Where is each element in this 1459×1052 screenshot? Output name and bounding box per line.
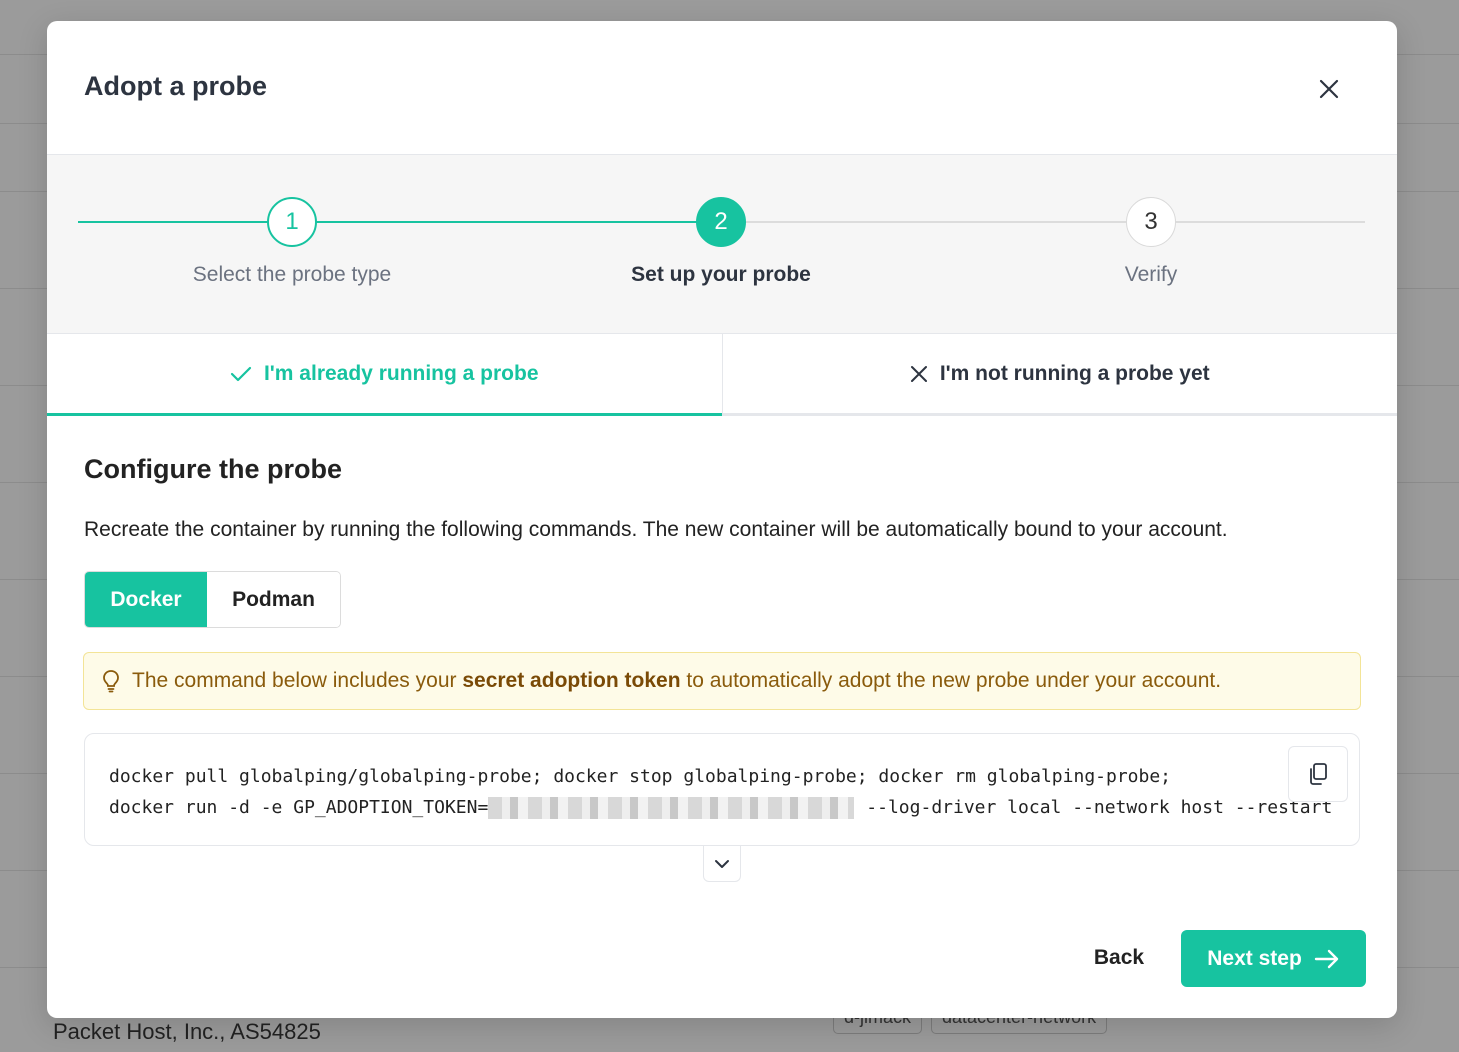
lightbulb-icon	[102, 669, 120, 693]
modal-title: Adopt a probe	[84, 71, 267, 101]
step-1-indicator: 1	[267, 197, 317, 247]
blurred-adoption-token	[488, 797, 855, 819]
section-description: Recreate the container by running the fo…	[84, 518, 1228, 541]
x-icon	[910, 365, 928, 383]
notice-text-bold: secret adoption token	[462, 669, 681, 692]
command-code-block[interactable]: docker pull globalping/globalping-probe;…	[84, 733, 1360, 846]
podman-button[interactable]: Podman	[207, 572, 340, 627]
docker-button[interactable]: Docker	[85, 572, 207, 627]
secret-token-notice: The command below includes your secret a…	[83, 652, 1361, 710]
command-line-2-prefix: docker run -d -e GP_ADOPTION_TOKEN=	[109, 797, 489, 818]
tab-label: I'm not running a probe yet	[939, 361, 1210, 385]
next-step-button[interactable]: Next step	[1181, 930, 1366, 987]
tab-already-running[interactable]: I'm already running a probe	[47, 334, 722, 416]
next-step-label: Next step	[1207, 946, 1302, 970]
probe-status-tabs: I'm already running a probe I'm not runn…	[47, 334, 1397, 416]
notice-text-end: to automatically adopt the new probe und…	[680, 669, 1222, 692]
step-1-label: Select the probe type	[192, 263, 392, 286]
arrow-right-icon	[1314, 949, 1340, 969]
tab-label: I'm already running a probe	[263, 361, 539, 385]
copy-button[interactable]	[1288, 746, 1348, 802]
close-button[interactable]	[1315, 75, 1343, 103]
chevron-down-icon	[715, 859, 729, 868]
command-line-1: docker pull globalping/globalping-probe;…	[109, 766, 1172, 787]
stepper-line	[1174, 221, 1365, 223]
stepper-line	[78, 221, 269, 223]
expand-command-button[interactable]	[703, 845, 741, 882]
close-icon	[1319, 79, 1339, 99]
stepper: 1 2 3 Select the probe type Set up your …	[47, 155, 1397, 334]
copy-icon	[1310, 763, 1327, 785]
notice-text-start: The command below includes your	[132, 669, 463, 692]
step-2-indicator: 2	[696, 197, 746, 247]
step-2-label: Set up your probe	[631, 263, 811, 286]
stepper-line	[744, 221, 1128, 223]
stepper-line	[315, 221, 698, 223]
step-3-indicator: 3	[1126, 197, 1176, 247]
check-icon	[230, 365, 252, 383]
command-line-2-suffix: --log-driver local --network host --rest…	[866, 797, 1333, 818]
command-text[interactable]: docker pull globalping/globalping-probe;…	[109, 761, 1332, 823]
back-button[interactable]: Back	[1082, 936, 1156, 980]
modal-header: Adopt a probe	[47, 21, 1397, 155]
adopt-probe-modal: Adopt a probe 1 2 3 Select the probe typ…	[47, 21, 1397, 1018]
section-title: Configure the probe	[84, 454, 342, 484]
notice-text: The command below includes your secret a…	[132, 669, 1221, 693]
background-provider-text: Packet Host, Inc., AS54825	[53, 1019, 321, 1044]
runtime-toggle: Docker Podman	[84, 571, 341, 628]
step-3-label: Verify	[1124, 263, 1178, 286]
tab-not-running[interactable]: I'm not running a probe yet	[721, 334, 1397, 416]
